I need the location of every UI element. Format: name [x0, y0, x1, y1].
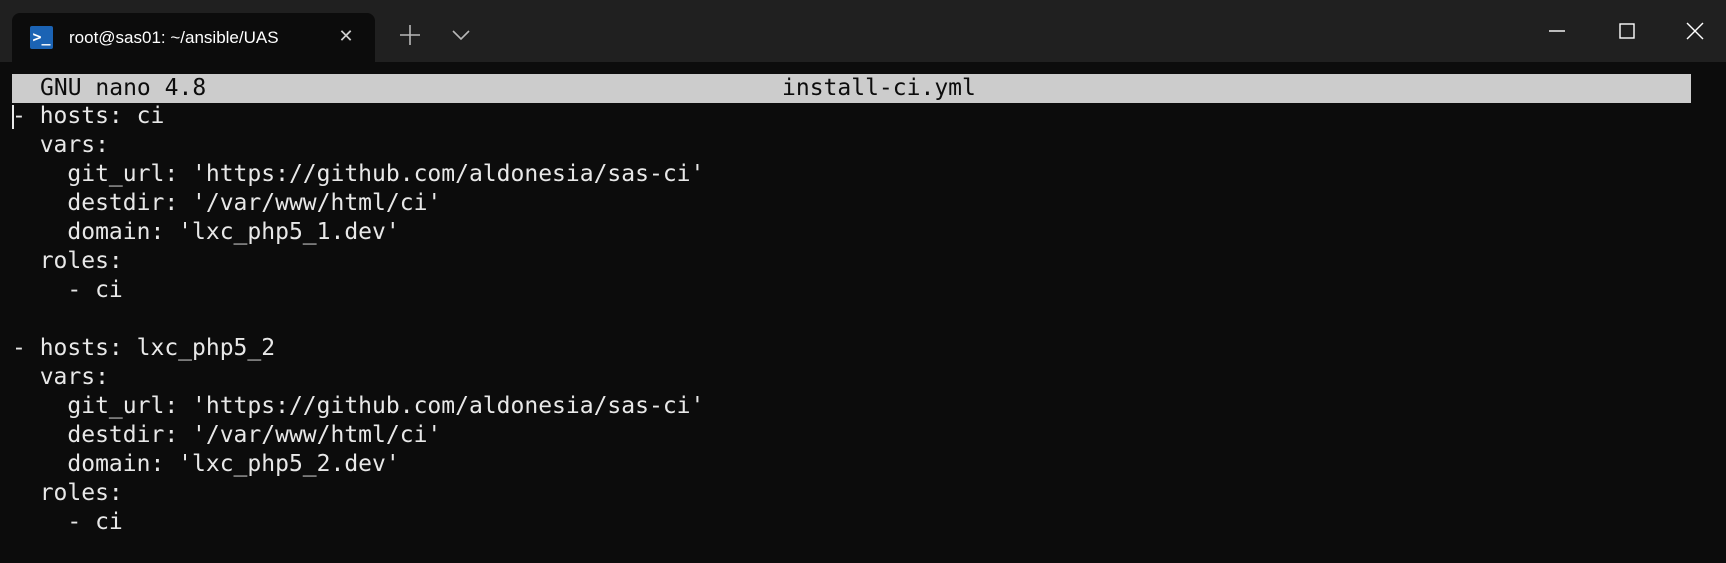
code-line: git_url: 'https://github.com/aldonesia/s…	[12, 161, 705, 187]
code-line: domain: 'lxc_php5_2.dev'	[12, 451, 400, 477]
code-line: destdir: '/var/www/html/ci'	[12, 422, 442, 448]
text-cursor	[12, 105, 14, 129]
code-line: destdir: '/var/www/html/ci'	[12, 190, 442, 216]
minimize-icon[interactable]	[1542, 16, 1572, 46]
code-line: domain: 'lxc_php5_1.dev'	[12, 219, 400, 245]
title-bar: >_ root@sas01: ~/ansible/UAS ✕	[0, 0, 1726, 62]
code-line: - hosts: ci	[12, 103, 165, 129]
code-line: git_url: 'https://github.com/aldonesia/s…	[12, 393, 705, 419]
code-line: - ci	[12, 277, 123, 303]
code-line: vars:	[12, 132, 109, 158]
terminal-content[interactable]: GNU nano 4.8 install-ci.yml - hosts: ci …	[0, 62, 1726, 563]
maximize-icon[interactable]	[1612, 16, 1642, 46]
code-line: vars:	[12, 364, 109, 390]
nano-filename: install-ci.yml	[782, 75, 976, 101]
plus-icon[interactable]	[397, 22, 423, 48]
code-line: - ci	[12, 509, 123, 535]
tab-terminal[interactable]: >_ root@sas01: ~/ansible/UAS ✕	[12, 13, 375, 62]
code-line: - hosts: lxc_php5_2	[12, 335, 276, 361]
chevron-down-icon[interactable]	[450, 26, 472, 44]
powershell-icon: >_	[30, 26, 53, 49]
close-icon[interactable]	[1680, 16, 1710, 46]
code-line: roles:	[12, 480, 123, 506]
code-line: roles:	[12, 248, 123, 274]
file-content[interactable]: - hosts: ci vars: git_url: 'https://gith…	[12, 102, 704, 537]
close-icon[interactable]: ✕	[334, 25, 358, 49]
nano-title-bar: GNU nano 4.8 install-ci.yml	[12, 74, 1691, 103]
tab-title: root@sas01: ~/ansible/UAS	[69, 28, 279, 47]
terminal-window: >_ root@sas01: ~/ansible/UAS ✕ GNU nano …	[0, 0, 1726, 563]
nano-version: GNU nano 4.8	[40, 75, 207, 101]
